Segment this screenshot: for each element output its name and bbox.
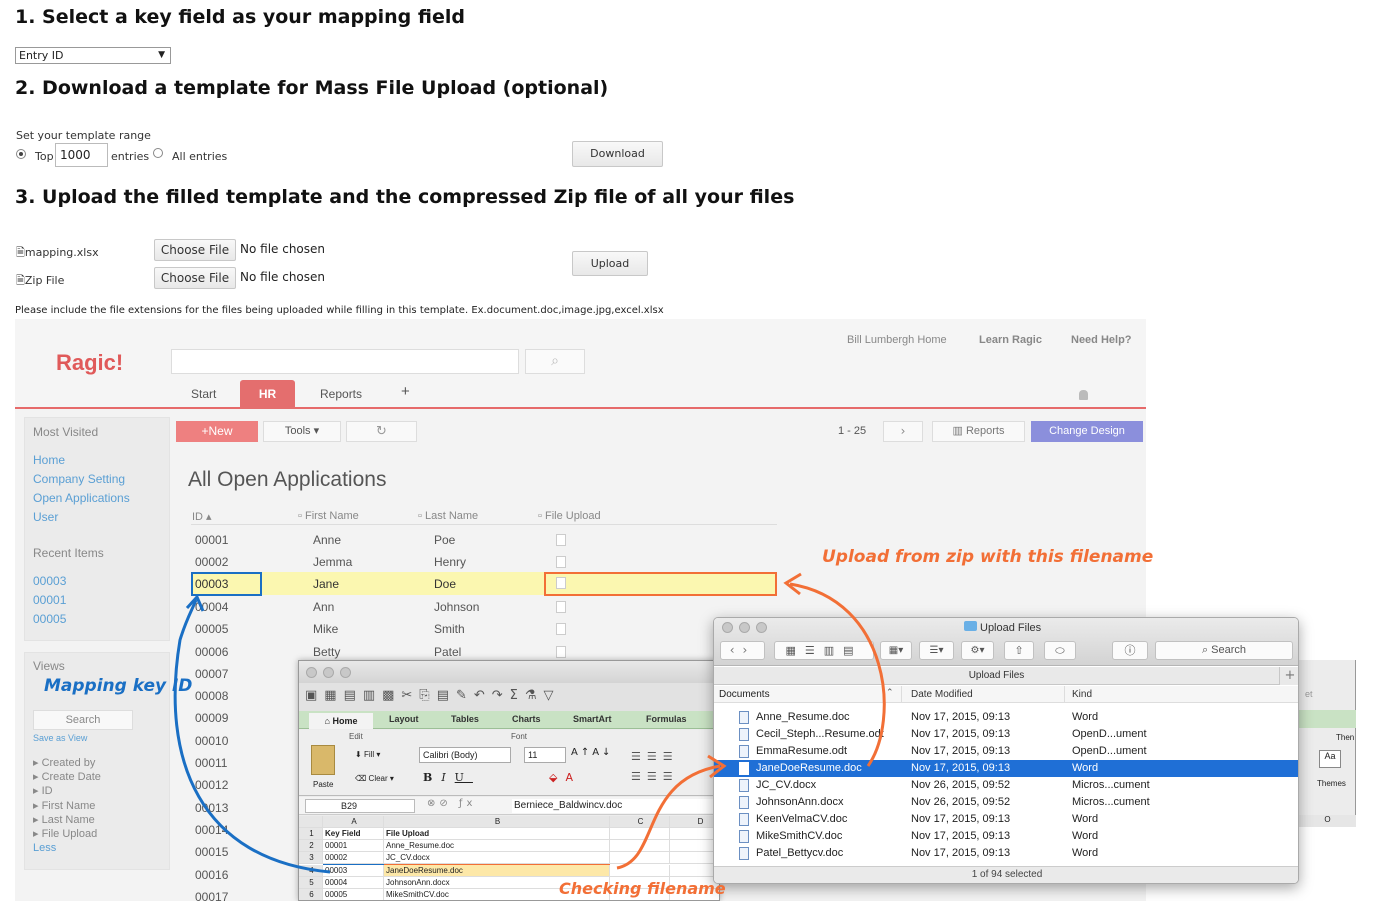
orange-arrow-top <box>789 582 886 767</box>
annotation-arrows <box>173 572 886 874</box>
orange-arrow-bottom <box>616 764 721 870</box>
upload-from-zip-annotation: Upload from zip with this filename <box>822 547 1154 567</box>
mapping-key-annotation: Mapping key ID <box>44 676 193 696</box>
checking-filename-annotation: Checking filename <box>559 879 726 898</box>
blue-arrow <box>173 599 331 874</box>
